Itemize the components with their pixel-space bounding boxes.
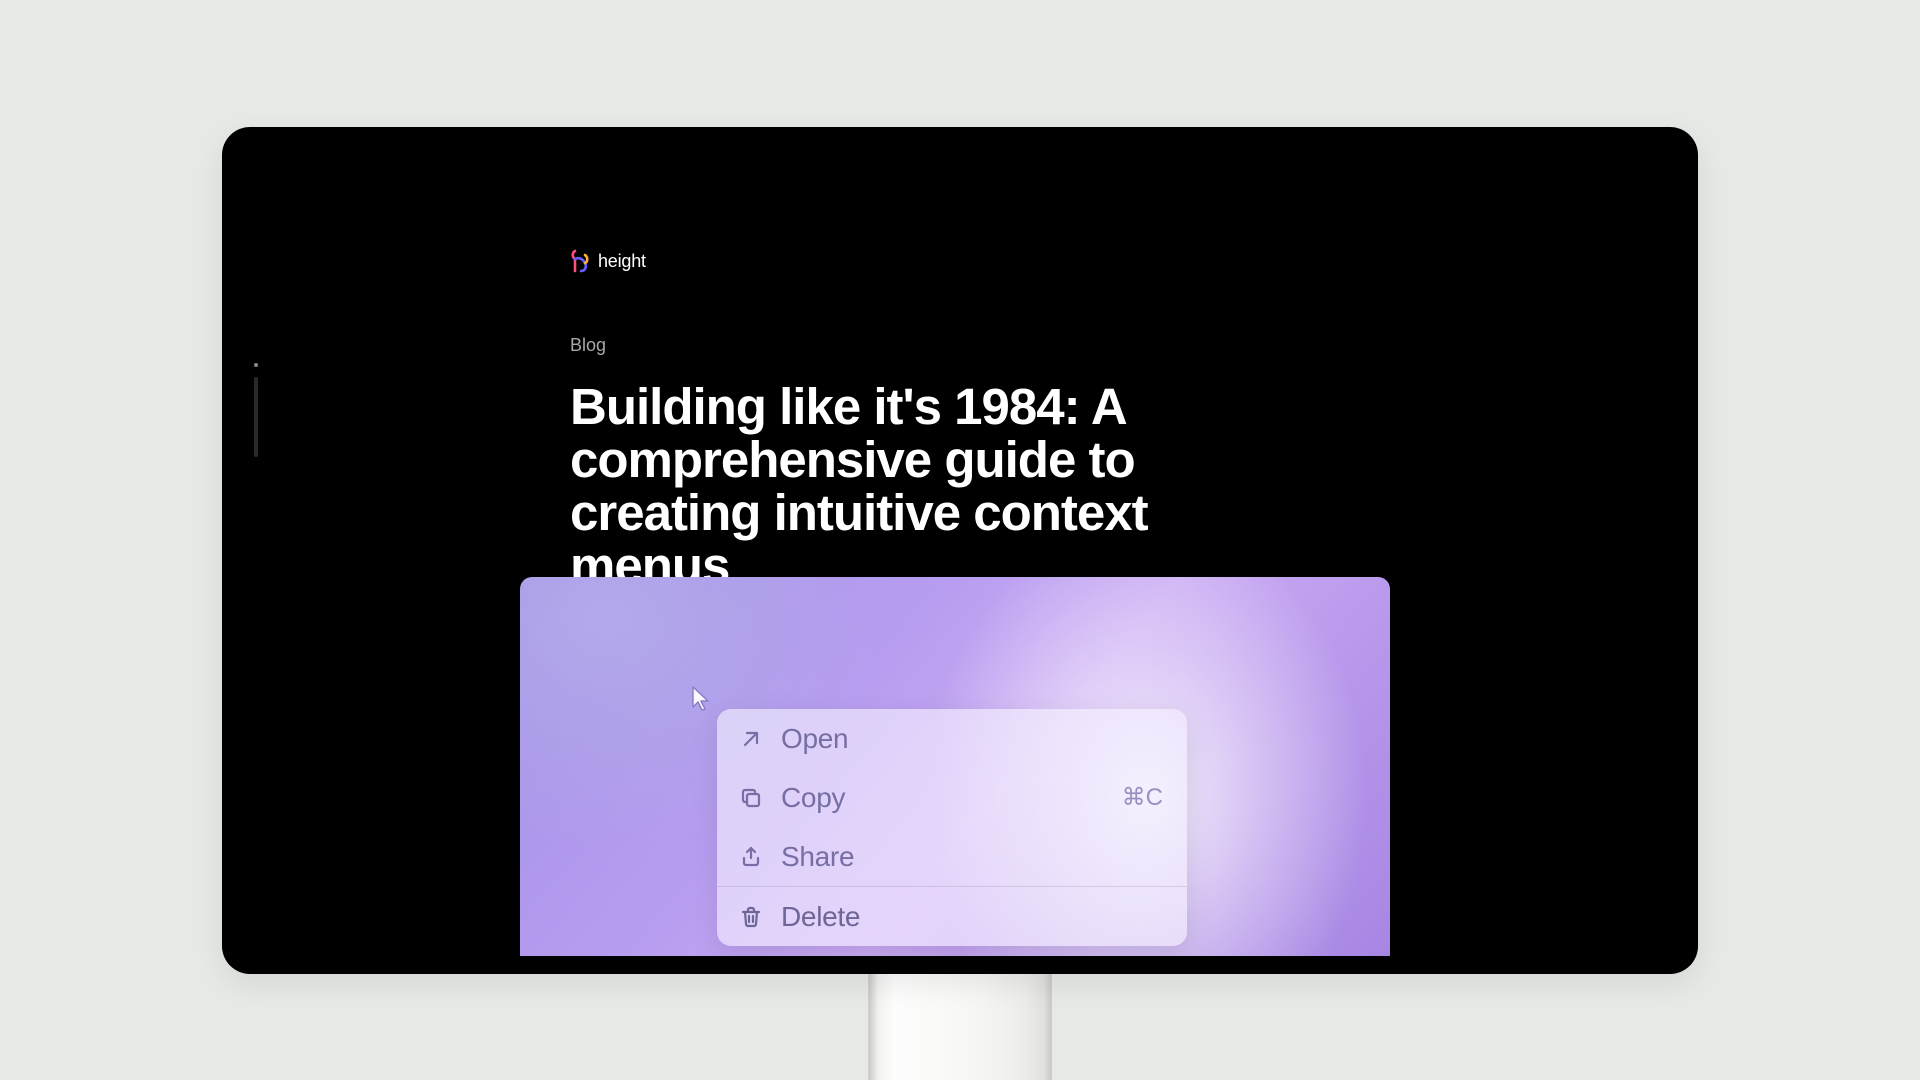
share-icon xyxy=(739,845,763,869)
brand-name: height xyxy=(598,251,646,272)
arrow-up-right-icon xyxy=(739,727,763,751)
copy-icon xyxy=(739,786,763,810)
scroll-dot xyxy=(254,363,258,367)
menu-item-copy[interactable]: Copy ⌘C xyxy=(717,768,1187,827)
menu-item-shortcut: ⌘C xyxy=(1122,783,1163,812)
hero-image: Open Copy ⌘C xyxy=(520,577,1390,956)
screen: height Blog Building like it's 1984: A c… xyxy=(240,145,1680,956)
menu-item-label: Open xyxy=(781,723,848,755)
context-menu: Open Copy ⌘C xyxy=(717,709,1187,946)
menu-item-open[interactable]: Open xyxy=(717,709,1187,768)
trash-icon xyxy=(739,905,763,929)
monitor-frame: height Blog Building like it's 1984: A c… xyxy=(222,127,1698,974)
menu-item-label: Copy xyxy=(781,782,845,814)
cursor-icon xyxy=(690,685,712,713)
menu-item-delete[interactable]: Delete xyxy=(717,887,1187,946)
monitor-stand xyxy=(868,974,1052,1080)
breadcrumb[interactable]: Blog xyxy=(570,335,1440,356)
page-title: Building like it's 1984: A comprehensive… xyxy=(570,380,1310,592)
menu-item-label: Delete xyxy=(781,901,860,933)
menu-item-share[interactable]: Share xyxy=(717,827,1187,886)
menu-item-label: Share xyxy=(781,841,854,873)
scroll-thumb[interactable] xyxy=(254,377,258,457)
brand-logo[interactable]: height xyxy=(570,249,1440,273)
height-logo-icon xyxy=(570,249,590,273)
monitor-mockup: height Blog Building like it's 1984: A c… xyxy=(222,127,1698,1080)
scroll-indicator xyxy=(254,363,258,493)
